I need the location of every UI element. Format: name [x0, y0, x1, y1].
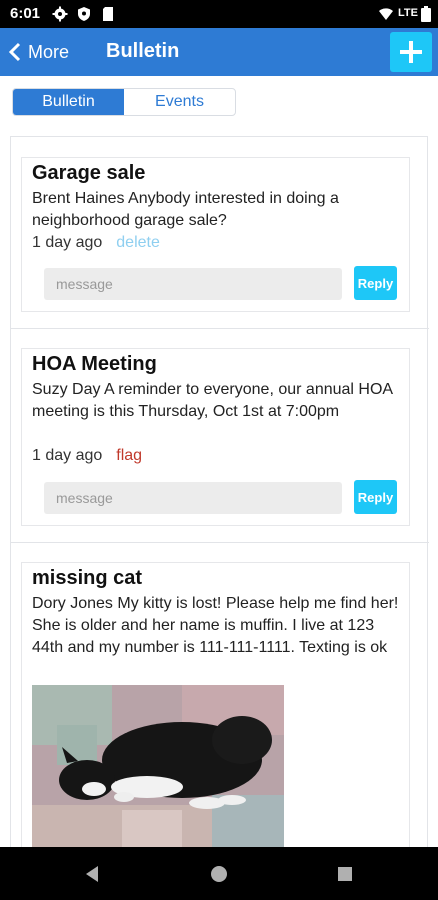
post-age: 1 day ago [32, 234, 103, 251]
back-button[interactable]: More [8, 28, 69, 76]
chevron-left-icon [8, 42, 21, 62]
home-circle-icon[interactable] [207, 862, 231, 886]
message-input[interactable] [44, 482, 342, 514]
status-time: 6:01 [10, 5, 41, 22]
delete-link[interactable]: delete [116, 234, 160, 251]
back-triangle-icon[interactable] [80, 862, 104, 886]
battery-icon [421, 6, 431, 22]
flag-link[interactable]: flag [116, 447, 142, 464]
post-card: Garage sale Brent Haines Anybody interes… [21, 157, 410, 312]
tab-bulletin[interactable]: Bulletin [13, 89, 124, 115]
post-title: missing cat [32, 567, 143, 589]
post-card: missing cat Dory Jones My kitty is lost!… [21, 562, 410, 847]
post-body: Brent Haines Anybody interested in doing… [32, 190, 339, 229]
recents-square-icon[interactable] [333, 862, 357, 886]
app-bar: More Bulletin [0, 28, 438, 76]
add-post-button[interactable] [390, 32, 432, 72]
post-title: HOA Meeting [32, 353, 157, 375]
post-title: Garage sale [32, 162, 146, 184]
sd-card-icon [103, 7, 113, 21]
bulletin-list: Garage sale Brent Haines Anybody interes… [10, 136, 429, 847]
reply-button[interactable]: Reply [354, 480, 397, 514]
post-meta: 1 day ago delete [32, 234, 160, 252]
status-bar: 6:01 LTE [0, 0, 438, 28]
content-area: Bulletin Events Garage sale Brent Haines… [0, 76, 438, 847]
plus-icon [400, 41, 422, 63]
cat-photo [32, 685, 284, 847]
system-nav-bar [0, 847, 438, 900]
network-label: LTE [398, 7, 418, 19]
reply-button[interactable]: Reply [354, 266, 397, 300]
page-title: Bulletin [106, 40, 180, 62]
segmented-control: Bulletin Events [12, 88, 236, 116]
post-meta: 1 day ago flag [32, 447, 142, 465]
divider [11, 542, 429, 543]
post-age: 1 day ago [32, 447, 103, 464]
divider [11, 328, 429, 329]
tab-events[interactable]: Events [124, 89, 235, 115]
post-card: HOA Meeting Suzy Day A reminder to every… [21, 348, 410, 526]
post-body: Suzy Day A reminder to everyone, our ann… [32, 381, 393, 420]
back-label: More [28, 41, 70, 62]
shield-icon [78, 7, 90, 21]
message-input[interactable] [44, 268, 342, 300]
settings-gear-icon [52, 6, 68, 22]
wifi-icon [379, 8, 393, 20]
post-body: Dory Jones My kitty is lost! Please help… [32, 595, 399, 656]
